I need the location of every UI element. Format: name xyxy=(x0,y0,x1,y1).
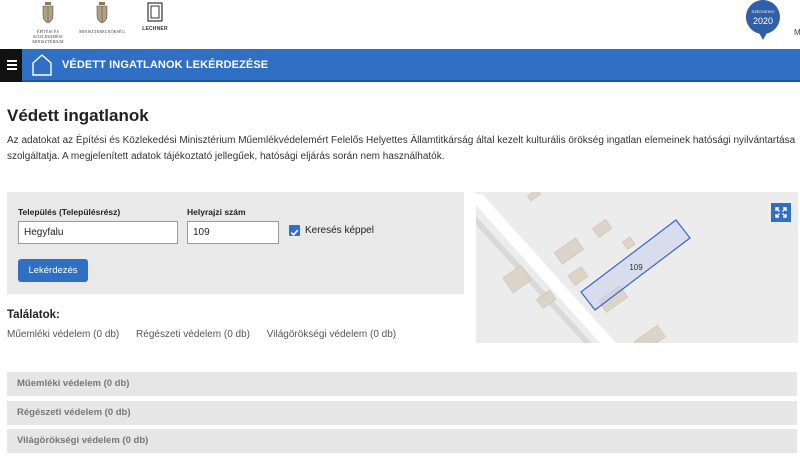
szechenyi-badge-icon: SZÉCHENYI 2020 xyxy=(745,0,780,40)
map-building xyxy=(592,218,613,238)
szechenyi-year: 2020 xyxy=(753,16,773,26)
ministry-logo-text: ÉPÍTÉSI ÉS KÖZLEKEDÉSI MINISZTÉRIUM xyxy=(32,29,64,44)
menu-line xyxy=(7,60,17,62)
menu-line xyxy=(7,64,17,66)
menu-button[interactable] xyxy=(0,49,22,82)
result-count-archaeology: Régészeti védelem (0 db) xyxy=(136,329,250,340)
results-title: Találatok: xyxy=(7,309,60,321)
intro-text: Az adatokat az Építési és Közlekedési Mi… xyxy=(7,135,796,162)
office-logo: MINISZTERELNÖKSÉG xyxy=(78,2,126,34)
lechner-logo: LECHNER xyxy=(140,2,170,32)
page-title: Védett ingatlanok xyxy=(7,106,149,125)
checkmark-icon xyxy=(290,229,299,236)
expand-icon xyxy=(775,207,787,218)
szechenyi-2020-logo: SZÉCHENYI 2020 xyxy=(745,0,781,40)
result-count-world-heritage: Világörökségi védelem (0 db) xyxy=(266,329,397,340)
image-search-label[interactable]: Keresés képpel xyxy=(305,225,374,236)
result-count-monument: Műemléki védelem (0 db) xyxy=(7,329,120,340)
app-header: VÉDETT INGATLANOK LEKÉRDEZÉSE xyxy=(0,49,800,82)
coat-of-arms-icon xyxy=(42,2,54,24)
settlement-label: Település (Településrész) xyxy=(18,207,121,217)
header-title: VÉDETT INGATLANOK LEKÉRDEZÉSE xyxy=(62,59,269,71)
settlement-input[interactable]: Hegyfalu xyxy=(18,221,178,244)
map-building xyxy=(622,236,636,250)
office-logo-text: MINISZTERELNÖKSÉG xyxy=(79,29,125,34)
house-icon[interactable] xyxy=(32,54,52,76)
accordion-world-heritage-protection[interactable]: Világörökségi védelem (0 db) xyxy=(7,429,797,453)
coat-of-arms-icon xyxy=(96,2,108,24)
lechner-mark-icon xyxy=(147,2,163,22)
menu-line xyxy=(7,68,17,70)
parcel-number-input[interactable]: 109 xyxy=(187,221,279,244)
accordion-archaeological-protection[interactable]: Régészeti védelem (0 db) xyxy=(7,401,797,425)
corner-letter: M xyxy=(794,28,800,37)
parcel-number-label: 109 xyxy=(629,263,643,272)
map-building xyxy=(567,266,589,286)
results-summary: Műemléki védelem (0 db) Régészeti védele… xyxy=(7,329,410,340)
map-building xyxy=(553,237,585,265)
submit-query-button[interactable]: Lekérdezés xyxy=(18,259,88,282)
ministry-logo: ÉPÍTÉSI ÉS KÖZLEKEDÉSI MINISZTÉRIUM xyxy=(28,2,68,44)
map-building xyxy=(502,264,532,294)
map-canvas: 109 xyxy=(476,192,691,343)
parcel-label: Helyrajzi szám xyxy=(187,207,246,217)
fullscreen-button[interactable] xyxy=(771,203,791,222)
logo-bar: ÉPÍTÉSI ÉS KÖZLEKEDÉSI MINISZTÉRIUM MINI… xyxy=(0,0,800,48)
parcel-map[interactable]: 109 xyxy=(476,192,798,343)
map-building xyxy=(634,324,666,343)
map-road xyxy=(476,194,616,343)
search-form: Település (Településrész) Hegyfalu Helyr… xyxy=(7,192,464,294)
map-building xyxy=(526,192,542,202)
accordion-monument-protection[interactable]: Műemléki védelem (0 db) xyxy=(7,372,797,396)
lechner-logo-text: LECHNER xyxy=(142,26,168,32)
image-search-checkbox[interactable] xyxy=(289,225,300,236)
szechenyi-text: SZÉCHENYI xyxy=(752,9,775,14)
